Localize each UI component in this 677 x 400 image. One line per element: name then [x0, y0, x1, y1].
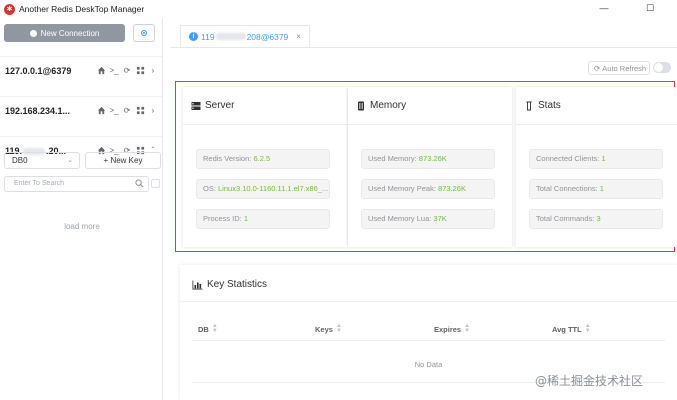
server-card: Server Redis Version: 6.2.5 OS: Linux3.1…	[183, 87, 347, 247]
sort-icon[interactable]: ▲ ▼	[585, 323, 591, 334]
exact-search-checkbox[interactable]	[151, 179, 160, 188]
memory-card: Memory Used Memory: 873.26K Used Memory …	[348, 87, 512, 247]
search-input[interactable]: Enter To Search	[4, 176, 149, 192]
stat-used-memory-peak: Used Memory Peak: 873.26K	[361, 179, 495, 199]
column-header-expires[interactable]: Expires ▲ ▼	[434, 323, 470, 334]
auto-refresh-label: ⟳ Auto Refresh	[588, 61, 650, 75]
sidebar: New Connection 127.0.0.1@6379 >_ ⟳ › 192…	[0, 18, 163, 400]
table-empty-text: No Data	[414, 360, 443, 369]
divider	[180, 301, 677, 302]
gear-icon	[141, 30, 147, 36]
sort-icon[interactable]: ▲ ▼	[336, 323, 342, 334]
load-more-button[interactable]: load more	[4, 218, 160, 236]
new-key-button[interactable]: + New Key	[85, 152, 161, 169]
new-connection-label: New Connection	[40, 28, 100, 38]
key-statistics-title: Key Statistics	[207, 279, 268, 290]
minimize-icon[interactable]: —	[597, 2, 611, 14]
home-icon[interactable]	[96, 66, 106, 76]
terminal-icon[interactable]: >_	[109, 106, 119, 116]
refresh-icon: ⟳	[594, 63, 601, 73]
chevron-right-icon[interactable]: ›	[148, 106, 158, 116]
toggle-knob	[654, 63, 663, 72]
auto-refresh-toggle[interactable]	[653, 62, 671, 73]
connection-name: 192.168.234.1...	[5, 105, 71, 116]
table-header-divider	[192, 340, 665, 341]
title-bar: ✱ Another Redis DeskTop Manager — ☐	[0, 0, 677, 18]
stat-total-connections: Total Connections: 1	[529, 179, 663, 199]
column-header-db[interactable]: DB ▲ ▼	[198, 323, 218, 334]
watermark: @稀土掘金技术社区	[535, 374, 644, 388]
new-connection-button[interactable]: New Connection	[4, 24, 125, 42]
bar-chart-icon	[192, 280, 203, 289]
window-title: Another Redis DeskTop Manager	[19, 4, 145, 14]
stat-used-memory-lua: Used Memory Lua: 37K	[361, 209, 495, 229]
stats-card: Stats Connected Clients: 1 Total Connect…	[516, 87, 677, 247]
redacted-blur	[215, 33, 246, 40]
chevron-down-icon: ⌄	[67, 157, 73, 164]
stat-os: OS: Linux3.10.0-1160.11.1.el7.x86_...	[196, 179, 330, 199]
grid-menu-icon[interactable]	[135, 106, 145, 116]
tab-label-suffix: 208@6379	[246, 31, 289, 42]
memory-icon	[358, 101, 364, 110]
connection-name: 127.0.0.1@6379	[5, 65, 72, 76]
redis-logo-icon: ✱	[4, 3, 15, 15]
grid-menu-icon[interactable]	[135, 66, 145, 76]
server-card-title: Server	[205, 100, 235, 111]
stats-icon	[526, 101, 532, 110]
connection-item-2[interactable]: 192.168.234.1... >_ ⟳ ›	[0, 96, 162, 124]
stat-connected-clients: Connected Clients: 1	[529, 149, 663, 169]
refresh-icon[interactable]: ⟳	[122, 66, 132, 76]
tab-label-prefix: 119	[201, 31, 215, 42]
maximize-icon[interactable]: ☐	[643, 2, 657, 14]
refresh-icon[interactable]: ⟳	[122, 106, 132, 116]
info-icon: i	[189, 32, 198, 41]
chevron-right-icon[interactable]: ›	[148, 66, 158, 76]
server-icon	[191, 101, 201, 110]
connection-item-1[interactable]: 127.0.0.1@6379 >_ ⟳ ›	[0, 56, 162, 84]
db-select[interactable]: DB0 ⌄	[4, 152, 80, 169]
search-icon[interactable]	[135, 179, 144, 188]
sort-icon[interactable]: ▲ ▼	[464, 323, 470, 334]
stat-used-memory: Used Memory: 873.26K	[361, 149, 495, 169]
tab-divider	[170, 47, 677, 48]
column-header-keys[interactable]: Keys ▲ ▼	[315, 323, 342, 334]
memory-card-title: Memory	[370, 100, 407, 111]
db-select-value: DB0	[12, 156, 28, 165]
close-icon[interactable]: ×	[296, 32, 301, 41]
settings-button[interactable]	[133, 24, 155, 42]
stat-total-commands: Total Commands: 3	[529, 209, 663, 229]
column-header-avg-ttl[interactable]: Avg TTL ▲ ▼	[552, 323, 591, 334]
stat-redis-version: Redis Version: 6.2.5	[196, 149, 330, 169]
home-icon[interactable]	[96, 106, 106, 116]
stats-card-title: Stats	[538, 100, 561, 111]
plus-circle-icon	[29, 29, 37, 37]
tab-connection[interactable]: i 119 208@6379 ×	[180, 25, 310, 48]
sort-icon[interactable]: ▲ ▼	[212, 323, 218, 334]
search-placeholder: Enter To Search	[14, 180, 65, 187]
terminal-icon[interactable]: >_	[109, 66, 119, 76]
stat-process-id: Process ID: 1	[196, 209, 330, 229]
